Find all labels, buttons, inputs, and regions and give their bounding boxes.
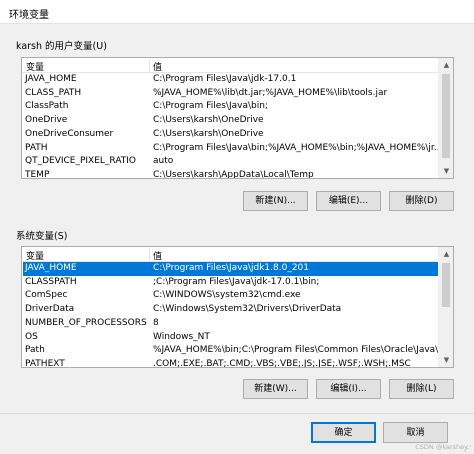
title-bar[interactable]: 环境变量 [0, 0, 474, 24]
system-vars-list[interactable]: 变量 值 JAVA_HOME C:\Program Files\Java\jdk1… [21, 246, 454, 368]
variable-value: .COM;.EXE;.BAT;.CMD;.VBS;.VBE;.JS;.JSE;.… [153, 358, 411, 368]
user-vars-list[interactable]: 变量 值 JAVA_HOME C:\Program Files\Java\jdk-… [21, 57, 454, 179]
table-row[interactable]: DriverData C:\Windows\System32\Drivers\Dr… [23, 303, 440, 317]
column-header-value[interactable]: 值 [153, 249, 162, 262]
user-edit-button[interactable]: 编辑(E)... [316, 191, 381, 211]
footer-divider [0, 413, 474, 414]
variable-name: ClassPath [25, 101, 69, 112]
column-header-value[interactable]: 值 [153, 60, 162, 73]
variable-name: CLASSPATH [25, 276, 77, 287]
system-vars-header: 变量 值 [22, 247, 440, 262]
table-row[interactable]: OS Windows_NT [23, 331, 440, 345]
table-row[interactable]: JAVA_HOME C:\Program Files\Java\jdk-17.0.… [23, 73, 440, 87]
table-row[interactable]: Path %JAVA_HOME%\bin;C:\Program Files\Com… [23, 344, 440, 358]
table-row[interactable]: QT_DEVICE_PIXEL_RATIO auto [23, 155, 440, 169]
ok-button[interactable]: 确定 [311, 422, 376, 443]
table-row[interactable]: TEMP C:\Users\karsh\AppData\Local\Temp [23, 169, 440, 179]
table-row[interactable]: JAVA_HOME C:\Program Files\Java\jdk1.8.0_… [23, 262, 440, 276]
watermark: CSDN @karshey [415, 443, 468, 451]
variable-name: Path [25, 345, 45, 356]
variable-value: %JAVA_HOME%\lib\dt.jar;%JAVA_HOME%\lib\t… [153, 87, 388, 98]
variable-name: NUMBER_OF_PROCESSORS [25, 317, 147, 328]
variable-value: C:\Users\karsh\AppData\Local\Temp [153, 169, 314, 179]
variable-name: OneDrive [25, 115, 68, 126]
variable-name: TEMP [25, 169, 50, 179]
scroll-thumb[interactable] [442, 263, 450, 307]
table-row[interactable]: NUMBER_OF_PROCESSORS 8 [23, 317, 440, 331]
scroll-down-arrow-icon[interactable]: ▼ [439, 164, 453, 178]
variable-value: ;C:\Program Files\Java\jdk-17.0.1\bin; [153, 276, 320, 287]
variable-name: OS [25, 331, 38, 342]
variable-value: Windows_NT [153, 331, 210, 342]
table-row[interactable]: OneDriveConsumer C:\Users\karsh\OneDrive [23, 128, 440, 142]
table-row[interactable]: CLASS_PATH %JAVA_HOME%\lib\dt.jar;%JAVA_H… [23, 87, 440, 101]
variable-value: C:\Users\karsh\OneDrive [153, 115, 264, 126]
table-row[interactable]: PATHEXT .COM;.EXE;.BAT;.CMD;.VBS;.VBE;.JS… [23, 358, 440, 368]
user-vars-header: 变量 值 [22, 58, 440, 73]
resize-grip-icon[interactable]: ⋰ [464, 444, 472, 453]
variable-value: auto [153, 156, 174, 167]
column-divider[interactable] [149, 59, 150, 72]
table-row[interactable]: ClassPath C:\Program Files\Java\bin; [23, 100, 440, 114]
system-edit-button[interactable]: 编辑(I)... [316, 379, 381, 399]
user-vars-label: karsh 的用户变量(U) [16, 41, 107, 52]
variable-value: C:\Program Files\Java\jdk1.8.0_201 [153, 263, 310, 273]
variable-name: PATH [25, 142, 48, 153]
system-delete-button[interactable]: 删除(L) [389, 379, 454, 399]
variable-value: C:\Program Files\Java\bin; [153, 101, 268, 112]
variable-name: CLASS_PATH [25, 87, 82, 98]
system-new-button[interactable]: 新建(W)... [243, 379, 308, 399]
variable-value: 8 [153, 317, 159, 328]
variable-name: JAVA_HOME [25, 263, 77, 273]
scroll-down-arrow-icon[interactable]: ▼ [439, 353, 453, 367]
scroll-up-arrow-icon[interactable]: ▲ [439, 58, 453, 72]
variable-value: C:\Program Files\Java\bin;%JAVA_HOME%\bi… [153, 142, 439, 153]
cancel-button[interactable]: 取消 [383, 422, 448, 443]
system-vars-scrollbar[interactable]: ▲ ▼ [438, 247, 453, 367]
column-header-variable[interactable]: 变量 [26, 60, 44, 73]
system-vars-label: 系统变量(S) [16, 231, 68, 242]
variable-name: OneDriveConsumer [25, 128, 114, 139]
user-new-button[interactable]: 新建(N)... [243, 191, 308, 211]
user-vars-scrollbar[interactable]: ▲ ▼ [438, 58, 453, 178]
scroll-up-arrow-icon[interactable]: ▲ [439, 247, 453, 261]
variable-name: PATHEXT [25, 358, 65, 368]
variable-name: ComSpec [25, 290, 68, 301]
variable-name: DriverData [25, 304, 75, 315]
table-row[interactable]: ComSpec C:\WINDOWS\system32\cmd.exe [23, 289, 440, 303]
variable-value: C:\Program Files\Java\jdk-17.0.1 [153, 74, 297, 84]
variable-name: QT_DEVICE_PIXEL_RATIO [25, 156, 137, 167]
table-row[interactable]: OneDrive C:\Users\karsh\OneDrive [23, 114, 440, 128]
user-delete-button[interactable]: 删除(D) [389, 191, 454, 211]
variable-value: %JAVA_HOME%\bin;C:\Program Files\Common … [153, 345, 439, 356]
table-row[interactable]: CLASSPATH ;C:\Program Files\Java\jdk-17.0… [23, 276, 440, 290]
scroll-thumb[interactable] [442, 74, 450, 158]
variable-value: C:\WINDOWS\system32\cmd.exe [153, 290, 301, 301]
variable-value: C:\Windows\System32\Drivers\DriverData [153, 304, 342, 315]
column-divider[interactable] [149, 248, 150, 261]
variable-value: C:\Users\karsh\OneDrive [153, 128, 264, 139]
variable-name: JAVA_HOME [25, 74, 77, 84]
column-header-variable[interactable]: 变量 [26, 249, 44, 262]
window-title: 环境变量 [9, 10, 49, 21]
table-row[interactable]: PATH C:\Program Files\Java\bin;%JAVA_HOME… [23, 142, 440, 156]
